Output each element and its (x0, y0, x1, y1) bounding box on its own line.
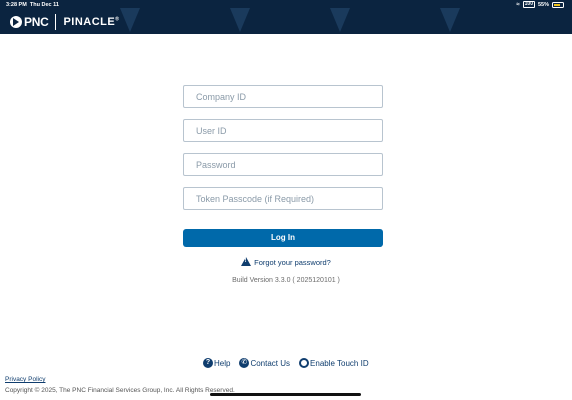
status-clock: 3:28 PM (6, 2, 27, 8)
token-passcode-field[interactable] (183, 187, 383, 210)
privacy-policy-link[interactable]: Privacy Policy (5, 376, 45, 383)
enable-touch-id-link[interactable]: Enable Touch ID (299, 358, 369, 368)
status-bar: 3:28 PM Thu Dec 11 ≈ 100 55% (0, 0, 572, 10)
pnc-pinacle-logo: PNC PINACLE® (10, 14, 119, 30)
forgot-password-label: Forgot your password? (254, 258, 331, 267)
product-label: PINACLE (63, 16, 116, 28)
enable-touch-id-label: Enable Touch ID (310, 358, 369, 368)
forgot-password-link[interactable]: Forgot your password? (0, 257, 572, 267)
help-link[interactable]: ? Help (203, 358, 230, 368)
help-label: Help (214, 358, 231, 368)
battery-percent: 55% (537, 1, 549, 8)
phone-icon: ✆ (239, 358, 250, 368)
product-name: PINACLE® (63, 16, 119, 28)
help-icon: ? (203, 358, 213, 368)
status-time: 3:28 PM Thu Dec 11 (6, 2, 59, 8)
status-indicators: ≈ 100 55% (516, 1, 564, 8)
user-id-field[interactable] (183, 119, 383, 142)
header-pattern (330, 8, 350, 32)
build-version: Build Version 3.3.0 ( 2025120101 ) (232, 277, 340, 284)
company-id-field[interactable] (183, 85, 383, 108)
header-pattern (230, 8, 250, 32)
contact-us-label: Contact Us (250, 358, 291, 368)
contact-us-link[interactable]: ✆ Contact Us (239, 358, 290, 368)
password-field[interactable] (183, 153, 383, 176)
app-header: 3:28 PM Thu Dec 11 ≈ 100 55% PNC PINACLE… (0, 0, 572, 34)
status-date: Thu Dec 11 (29, 2, 59, 8)
alarm-badge: 100 (522, 1, 535, 8)
copyright-text: Copyright © 2025, The PNC Financial Serv… (5, 387, 235, 394)
pnc-logo-icon (10, 16, 22, 28)
wifi-icon: ≈ (516, 1, 520, 8)
bottom-links: ? Help ✆ Contact Us Enable Touch ID (203, 358, 369, 368)
battery-icon (552, 1, 564, 8)
brand-name: PNC (24, 15, 49, 29)
header-pattern (120, 8, 140, 32)
trademark-symbol: ® (115, 16, 120, 23)
fingerprint-icon (299, 358, 310, 368)
logo-divider (55, 14, 57, 30)
header-pattern (440, 8, 460, 32)
home-indicator[interactable] (210, 393, 361, 396)
warning-icon (241, 257, 252, 266)
login-button[interactable]: Log In (183, 229, 383, 247)
